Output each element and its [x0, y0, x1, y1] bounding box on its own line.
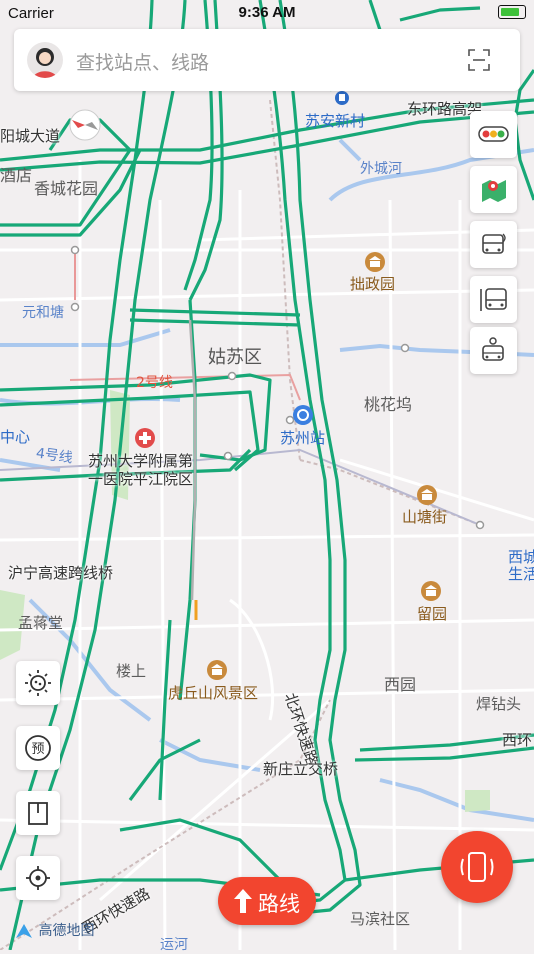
label-liuyuan: 留园 [417, 605, 448, 623]
hospital-icon[interactable] [134, 427, 156, 449]
bus-route-button[interactable] [470, 327, 517, 374]
traffic-button[interactable] [470, 111, 517, 158]
locate-icon [26, 866, 50, 890]
label-line2: 2号线 [136, 375, 173, 391]
label-yunhe: 运河 [160, 937, 188, 953]
label-yangcheng: 阳城大道 [0, 127, 61, 145]
label-mabin: 马滨社区 [350, 910, 411, 928]
battery-icon [498, 5, 526, 19]
label-huqiu: 虎丘山风景区 [168, 684, 259, 702]
sun-settings-icon [25, 670, 51, 696]
label-mengjiang: 孟蒋堂 [18, 614, 64, 632]
label-waicheng: 外城河 [360, 161, 402, 177]
compass-icon[interactable] [68, 108, 102, 142]
search-bar[interactable]: 查找站点、线路 [14, 29, 520, 91]
bus-station-icon [480, 288, 507, 311]
amap-logo: 高德地图 [14, 920, 94, 940]
scenic-marker-icon[interactable] [420, 580, 442, 602]
route-button[interactable]: 路线 [218, 877, 316, 925]
logo-text: 高德地图 [38, 923, 95, 939]
scan-icon[interactable] [468, 49, 490, 71]
route-label: 路线 [258, 892, 300, 916]
label-xihuan: 西环 [502, 731, 533, 749]
svg-text:预: 预 [31, 742, 44, 757]
bus-route-icon [482, 337, 504, 361]
scenic-marker-icon[interactable] [206, 659, 228, 681]
label-loushang: 楼上 [116, 662, 147, 680]
bus-station-button[interactable] [470, 276, 517, 323]
label-xiyuan: 西园 [384, 675, 417, 694]
scenic-marker-icon[interactable] [416, 484, 438, 506]
label-taohuawu: 桃花坞 [364, 395, 413, 414]
label-gusu: 姑苏区 [208, 347, 262, 368]
layer-button[interactable] [470, 166, 517, 213]
shake-button[interactable] [441, 831, 513, 903]
bus-realtime-button[interactable] [470, 221, 517, 268]
status-bar: Carrier 9:36 AM [0, 0, 534, 28]
label-huning: 沪宁高速跨线桥 [8, 564, 114, 582]
train-station-icon[interactable] [292, 404, 314, 426]
map-layer-icon [482, 180, 506, 202]
label-shenghuo: 生活 [508, 565, 534, 583]
locate-button[interactable] [16, 856, 60, 900]
settings-button[interactable] [16, 661, 60, 705]
avatar-icon[interactable] [27, 42, 63, 78]
bus-realtime-icon [482, 233, 506, 254]
clock: 9:36 AM [238, 4, 296, 21]
bookmark-icon [28, 802, 48, 825]
bus-stop-icon[interactable] [334, 90, 350, 106]
label-shantang: 山塘街 [402, 508, 448, 526]
route-arrow-icon [234, 889, 252, 913]
label-xinzhuang: 新庄立交桥 [263, 760, 339, 778]
search-input[interactable]: 查找站点、线路 [76, 48, 209, 75]
reserve-icon: 预 [25, 735, 51, 761]
map-canvas[interactable] [0, 0, 534, 950]
shake-phone-icon [460, 852, 494, 882]
label-xiangcheng: 香城花园 [34, 179, 99, 198]
scenic-marker-icon[interactable] [364, 251, 386, 273]
label-zhongxin: 中心 [0, 428, 31, 446]
amap-logo-icon [16, 924, 32, 938]
reserve-button[interactable]: 预 [16, 726, 60, 770]
label-suan: 苏安新村 [305, 112, 366, 130]
bookmark-button[interactable] [16, 791, 60, 835]
traffic-light-icon [478, 126, 509, 142]
label-hanzuantou: 焊钻头 [476, 695, 522, 713]
label-suzhou-station: 苏州站 [280, 429, 326, 447]
label-yuanhe: 元和塘 [22, 305, 64, 321]
label-zhuozheng: 拙政园 [350, 275, 396, 293]
label-hospital-line2: 一医院平江院区 [88, 470, 194, 488]
label-hotel: 酒店 [0, 166, 33, 185]
